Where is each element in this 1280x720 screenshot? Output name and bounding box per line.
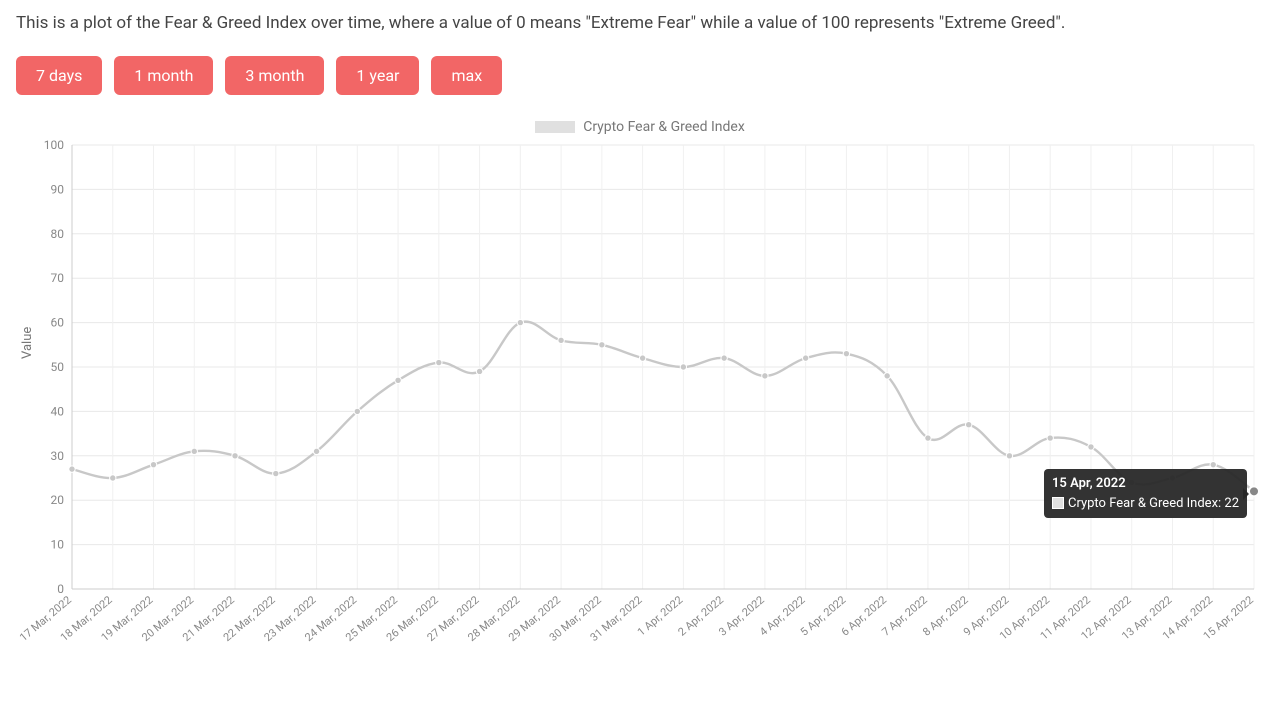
- legend-label: Crypto Fear & Greed Index: [583, 119, 745, 135]
- range-button-7-days[interactable]: 7 days: [16, 56, 102, 95]
- range-button-3-month[interactable]: 3 month: [225, 56, 324, 95]
- svg-text:0: 0: [57, 582, 64, 596]
- svg-text:20: 20: [51, 493, 65, 507]
- line-chart: 010203040506070809010017 Mar, 202218 Mar…: [16, 139, 1264, 679]
- chart-description: This is a plot of the Fear & Greed Index…: [16, 12, 1264, 36]
- svg-text:30: 30: [51, 449, 65, 463]
- y-axis-label: Value: [20, 327, 35, 359]
- svg-text:70: 70: [51, 271, 65, 285]
- svg-text:100: 100: [44, 139, 64, 152]
- svg-text:60: 60: [51, 315, 65, 329]
- chart-legend: Crypto Fear & Greed Index: [16, 119, 1264, 135]
- range-button-group: 7 days 1 month 3 month 1 year max: [16, 56, 1264, 95]
- range-button-1-year[interactable]: 1 year: [336, 56, 419, 95]
- svg-text:90: 90: [51, 182, 65, 196]
- svg-text:40: 40: [51, 404, 65, 418]
- svg-text:80: 80: [51, 227, 65, 241]
- chart-area: 010203040506070809010017 Mar, 202218 Mar…: [16, 139, 1264, 709]
- svg-text:50: 50: [51, 360, 65, 374]
- svg-text:10: 10: [51, 537, 65, 551]
- range-button-1-month[interactable]: 1 month: [114, 56, 213, 95]
- legend-swatch-icon: [535, 121, 575, 133]
- range-button-max[interactable]: max: [431, 56, 502, 95]
